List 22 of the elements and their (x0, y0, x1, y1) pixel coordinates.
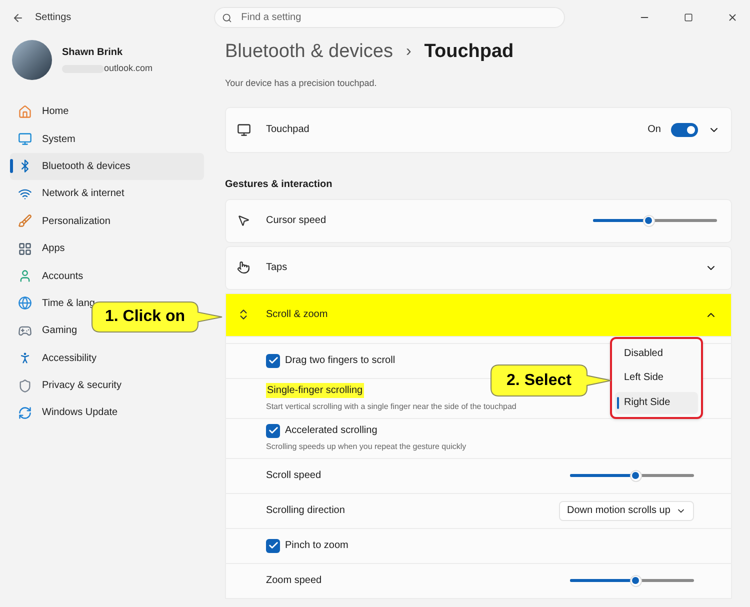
setting-description: Start vertical scrolling with a single finger near the side of the touchpad (266, 401, 516, 413)
setting-label: Pinch to zoom (285, 539, 348, 553)
setting-label: Touchpad (266, 123, 310, 137)
setting-description: Scrolling speeds up when you repeat the gesture quickly (266, 441, 466, 453)
setting-label: Zoom speed (266, 574, 322, 588)
user-name: Shawn Brink (62, 46, 124, 60)
toggle-state: On (648, 123, 661, 137)
breadcrumb-separator: › (406, 42, 412, 62)
section-heading: Gestures & interaction (225, 178, 334, 192)
setting-label: Scroll speed (266, 469, 322, 483)
setting-label: Scroll & zoom (266, 308, 328, 322)
setting-label: Drag two fingers to scroll (285, 354, 396, 368)
page-title: Touchpad (424, 40, 514, 64)
setting-label: Accelerated scrolling (285, 424, 378, 438)
window-title: Settings (35, 11, 72, 25)
page-description: Your device has a precision touchpad. (225, 77, 378, 90)
setting-label: Cursor speed (266, 214, 326, 228)
setting-label: Single-finger scrolling (266, 383, 364, 398)
callout-tooltip: 2. Select (490, 364, 612, 397)
user-email: outlook.com (104, 62, 153, 75)
setting-label: Scrolling direction (266, 504, 345, 518)
setting-label: Taps (266, 261, 288, 275)
